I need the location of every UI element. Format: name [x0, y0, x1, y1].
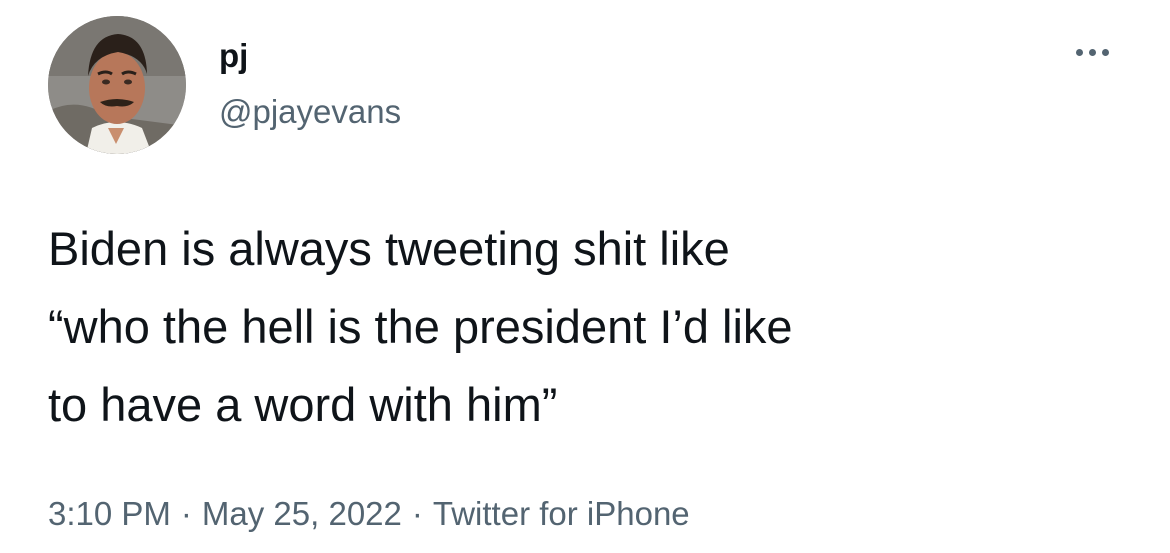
- tweet-card: pj @pjayevans Biden is always tweeting s…: [0, 0, 1170, 553]
- tweet-date[interactable]: May 25, 2022: [202, 492, 402, 536]
- more-horizontal-icon: [1075, 48, 1083, 56]
- avatar-image: [48, 16, 186, 154]
- author-display-name[interactable]: pj: [219, 36, 248, 76]
- more-icon-dot: [1101, 48, 1109, 56]
- author-handle[interactable]: @pjayevans: [219, 92, 401, 132]
- more-icon-dot: [1088, 48, 1096, 56]
- separator: ·: [411, 495, 423, 532]
- tweet-time[interactable]: 3:10 PM: [48, 492, 171, 536]
- separator: ·: [180, 495, 192, 532]
- more-options-button[interactable]: [1062, 32, 1122, 72]
- tweet-source[interactable]: Twitter for iPhone: [433, 492, 690, 536]
- tweet-metadata: 3:10 PM · May 25, 2022 · Twitter for iPhone: [48, 492, 690, 536]
- avatar[interactable]: [48, 16, 186, 154]
- tweet-text: Biden is always tweeting shit like “who …: [48, 222, 793, 431]
